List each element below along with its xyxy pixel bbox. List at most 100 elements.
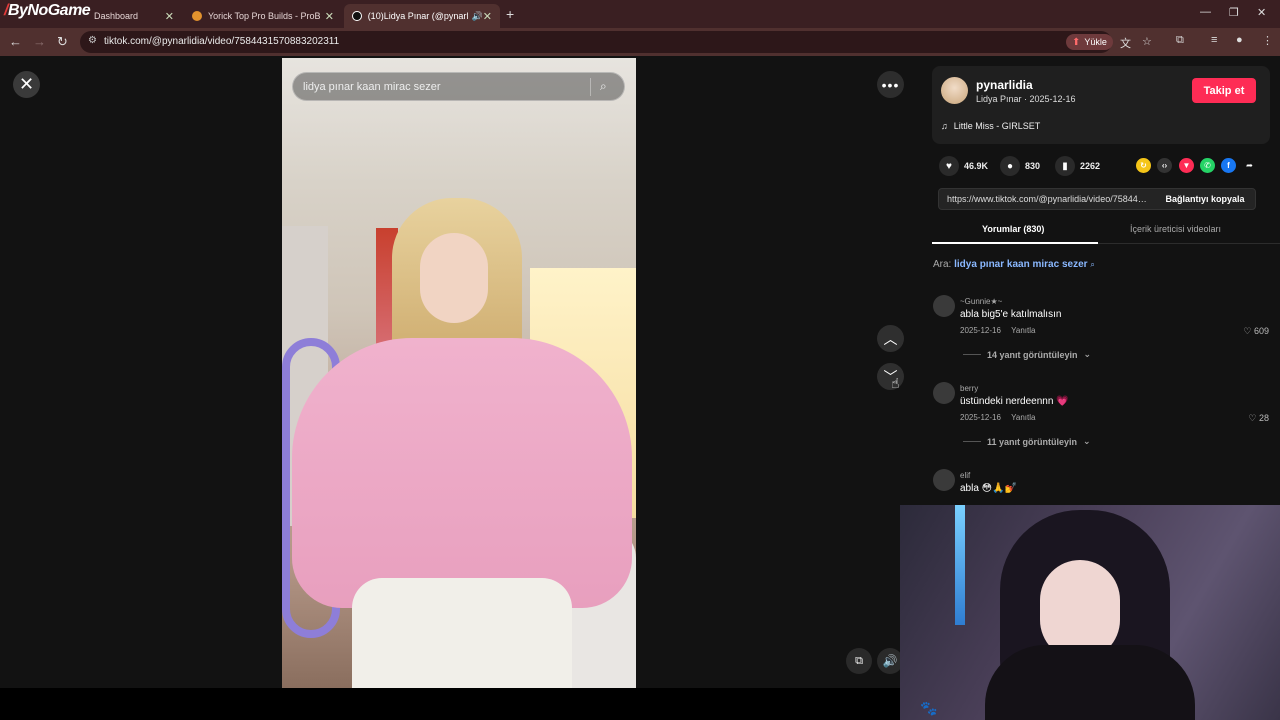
commenter-name[interactable]: ~Gunnie★~ [960,297,1002,306]
comment-count: 830 [1025,161,1041,171]
tab-dashboard[interactable]: Dashboard ✕ [86,4,182,28]
upload-button[interactable]: ⬆ Yükle [1066,34,1113,50]
search-icon[interactable]: ⌕ [600,79,607,94]
screen: /ByNoGame Dashboard ✕ Yorick Top Pro Bui… [0,0,1280,720]
repost-icon[interactable]: ↻ [1136,158,1151,173]
comment-like[interactable]: ♡ 28 [1248,413,1269,424]
webcam-overlay: 🐾 [900,505,1280,720]
tab-creator-videos[interactable]: İçerik üreticisi videoları [1130,224,1221,234]
save-stat[interactable]: ▮ 2262 [1055,156,1100,176]
more-icon: ••• [881,76,900,93]
profile-avatar-icon[interactable]: ● [1236,34,1243,46]
video-search-input[interactable] [303,79,583,95]
forward-icon[interactable]: → [33,34,46,49]
tab-label: Dashboard [94,11,139,21]
search-icon: ⌕ [1090,260,1095,269]
embed-icon[interactable]: ‹› [1157,158,1172,173]
bookmark-icon: ▮ [1055,156,1075,176]
window-close-icon[interactable]: ✕ [1257,6,1266,19]
related-query[interactable]: lidya pınar kaan mirac sezer [954,259,1087,270]
site-info-icon[interactable]: ⚙ [88,35,97,46]
view-replies-button[interactable]: 14 yanıt görüntüleyin ⌄ [963,349,1091,360]
author-avatar[interactable] [941,77,968,104]
comment-item: elif abla 😳🙏💅 [933,469,1273,505]
related-search[interactable]: Ara: lidya pınar kaan mirac sezer ⌕ [933,259,1095,270]
heart-outline-icon: ♡ [1243,326,1252,336]
reload-icon[interactable]: ↻ [57,34,68,50]
streamer-body [985,645,1195,720]
comment-text: abla big5'e katılmalısın [960,309,1062,320]
tiktok-favicon-icon [352,11,362,21]
close-video-button[interactable]: ✕ [13,71,40,98]
browser-tab-strip: /ByNoGame Dashboard ✕ Yorick Top Pro Bui… [0,0,1280,28]
restore-icon[interactable]: ❐ [1229,6,1239,19]
tab-label: Yorick Top Pro Builds - ProBuild [208,11,320,21]
commenter-name[interactable]: berry [960,384,978,393]
send-icon[interactable]: ▼ [1179,158,1194,173]
thread-line [963,354,981,355]
tab-tiktok[interactable]: (10)Lidya Pınar (@pynarlidi 🔊 ✕ [344,4,500,28]
tab-label: (10)Lidya Pınar (@pynarlidi [367,11,468,21]
follow-button[interactable]: Takip et [1192,78,1256,103]
close-icon: ✕ [18,74,35,94]
commenter-avatar[interactable] [933,295,955,317]
tab-comments[interactable]: Yorumlar (830) [982,224,1044,234]
chevron-down-icon: ⌄ [1083,436,1091,446]
reply-button[interactable]: Yanıtla [1011,413,1035,422]
upload-icon: ⬆ [1072,36,1081,48]
close-tab-icon[interactable]: ✕ [165,10,174,23]
browser-toolbar: ← → ↻ ⚙ tiktok.com/@pynarlidia/video/758… [0,28,1280,56]
cam-led-light [955,505,965,625]
comment-item: berry üstündeki nerdeennn 💗 2025-12-16 Y… [933,382,1273,452]
pip-button[interactable]: ⧉ [846,648,872,674]
bookmark-star-icon[interactable]: ☆ [1142,35,1152,48]
share-arrow-icon[interactable]: ➦ [1242,158,1257,173]
music-link[interactable]: ♫ Little Miss - GIRLSET [941,121,1040,131]
media-controls-icon[interactable]: ≡ [1211,34,1217,46]
commenter-avatar[interactable] [933,469,955,491]
comment-icon: ● [1000,156,1020,176]
tab-audio-icon[interactable]: 🔊 [472,11,483,22]
video-subject-pants [352,578,572,688]
music-note-icon: ♫ [941,121,948,131]
video-subject-face [420,233,488,323]
close-tab-icon[interactable]: ✕ [325,10,334,23]
whatsapp-icon[interactable]: ✆ [1200,158,1215,173]
commenter-avatar[interactable] [933,382,955,404]
comment-like-count: 28 [1258,413,1269,423]
browser-menu-icon[interactable]: ⋮ [1262,34,1273,47]
heart-outline-icon: ♡ [1248,413,1257,423]
new-tab-button[interactable]: + [506,6,514,22]
comment-stat[interactable]: ● 830 [1000,156,1040,176]
probuild-favicon-icon [192,11,202,21]
video-search-bar: ⌕ [292,72,625,101]
chevron-up-icon: ︿ [883,330,898,347]
address-bar[interactable]: ⚙ tiktok.com/@pynarlidia/video/758443157… [80,31,1152,53]
facebook-icon[interactable]: f [1221,158,1236,173]
tab-probuild[interactable]: Yorick Top Pro Builds - ProBuild ✕ [184,4,342,28]
comment-like[interactable]: ♡ 609 [1243,326,1269,337]
extensions-icon[interactable]: ⧉ [1176,34,1184,47]
chevron-down-icon: ⌄ [1083,349,1092,359]
video-subject-sweater [292,338,632,608]
video-player[interactable] [282,58,636,688]
previous-video-button[interactable]: ︿ [877,325,904,352]
view-replies-button[interactable]: 11 yanıt görüntüleyin ⌄ [963,436,1091,447]
comment-text: abla 😳🙏💅 [960,483,1018,494]
author-username[interactable]: pynarlidia [976,78,1033,92]
like-count: 46.9K [964,161,989,171]
commenter-name[interactable]: elif [960,471,970,480]
view-replies-label: 14 yanıt görüntüleyin [987,349,1078,360]
mascot-icon: 🐾 [920,700,938,716]
close-tab-icon[interactable]: ✕ [483,10,492,23]
comment-meta: 2025-12-16 Yanıtla [960,326,1035,335]
comment-date: 2025-12-16 [960,413,1001,422]
like-stat[interactable]: ♥ 46.9K [939,156,988,176]
more-options-button[interactable]: ••• [877,71,904,98]
save-count: 2262 [1080,161,1101,171]
copy-link-button[interactable]: Bağlantıyı kopyala [1153,189,1257,209]
translate-icon[interactable]: 文 [1120,35,1131,51]
reply-button[interactable]: Yanıtla [1011,326,1035,335]
back-icon[interactable]: ← [9,34,22,49]
minimize-icon[interactable]: — [1200,6,1211,18]
